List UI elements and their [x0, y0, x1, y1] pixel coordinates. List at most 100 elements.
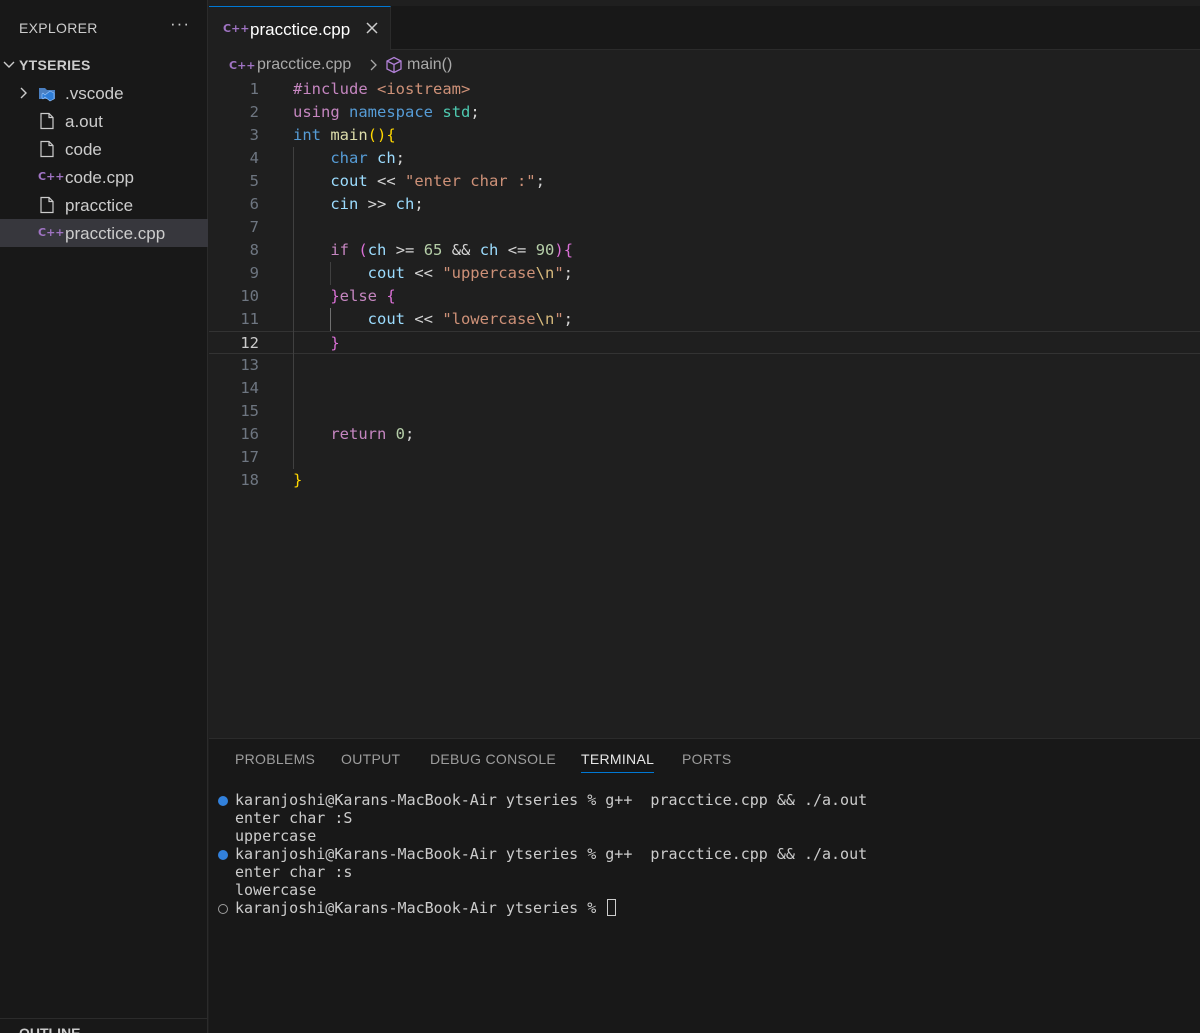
tree-item-vscode[interactable]: .vscode — [0, 79, 208, 107]
tree-item-label: pracctice.cpp — [65, 224, 166, 243]
chevron-right-icon — [20, 87, 27, 99]
code-line: 18 } — [209, 469, 1200, 492]
line-number: 10 — [240, 287, 259, 305]
code-text: using namespace std; — [293, 103, 480, 121]
tab-label: pracctice.cpp — [250, 20, 351, 39]
code-text: cout << "enter char :"; — [330, 172, 545, 190]
editor-tab-bar: C++ pracctice.cpp — [209, 6, 1200, 50]
code-text: #include <iostream> — [293, 80, 471, 98]
code-line: 4 char ch; — [209, 147, 1200, 170]
code-line: 8 if (ch >= 65 && ch <= 90){ — [209, 239, 1200, 262]
tree-item-a-out[interactable]: a.out — [0, 107, 208, 135]
tab-ports[interactable]: PORTS — [682, 751, 731, 767]
line-number: 16 — [240, 425, 259, 443]
current-code-line: 12 } — [209, 331, 1200, 354]
line-number: 9 — [249, 264, 259, 282]
tree-item-label: a.out — [65, 112, 103, 131]
method-cube-icon — [386, 56, 402, 74]
line-number: 14 — [240, 379, 259, 397]
code-line: 6 cin >> ch; — [209, 193, 1200, 216]
terminal-prompt-line: karanjoshi@Karans-MacBook-Air ytseries % — [235, 899, 617, 917]
terminal-line: uppercase — [235, 827, 317, 845]
line-number: 6 — [249, 195, 259, 213]
code-line: 9 cout << "uppercase\n"; — [209, 262, 1200, 285]
tree-item-label: code — [65, 140, 102, 159]
code-text: cin >> ch; — [330, 195, 424, 213]
line-number: 13 — [240, 356, 259, 374]
code-editor[interactable]: 1 #include <iostream> 2 using namespace … — [209, 78, 1200, 738]
cpp-file-icon: C++ — [229, 59, 256, 72]
tree-item-label: .vscode — [65, 84, 124, 103]
code-text: cout << "uppercase\n"; — [367, 264, 573, 282]
code-line: 16 return 0; — [209, 423, 1200, 446]
terminal-line: lowercase — [235, 881, 317, 899]
outline-section[interactable]: OUTLINE — [0, 1018, 208, 1033]
explorer-header: EXPLORER ··· — [0, 6, 208, 50]
file-icon — [40, 196, 54, 214]
cpp-file-icon: C++ — [38, 226, 65, 239]
more-actions-icon[interactable]: ··· — [168, 14, 192, 38]
tree-item-label: code.cpp — [65, 168, 134, 187]
line-number: 18 — [240, 471, 259, 489]
breadcrumb-file[interactable]: pracctice.cpp — [257, 56, 351, 74]
command-success-icon[interactable] — [218, 796, 228, 806]
workspace-folder-name: YTSERIES — [19, 57, 91, 73]
terminal-cursor — [607, 899, 617, 916]
chevron-right-icon — [370, 59, 377, 71]
line-number: 5 — [249, 172, 259, 190]
command-success-icon[interactable] — [218, 850, 228, 860]
code-line: 11 cout << "lowercase\n"; — [209, 308, 1200, 331]
code-line: 14 — [209, 377, 1200, 400]
file-icon — [40, 140, 54, 158]
code-text: } — [330, 334, 340, 352]
tab-pracctice-cpp[interactable]: C++ pracctice.cpp — [209, 6, 391, 50]
tree-item-code[interactable]: code — [0, 135, 208, 163]
code-line: 1 #include <iostream> — [209, 78, 1200, 101]
code-text: } — [293, 471, 303, 489]
line-number: 12 — [240, 334, 259, 352]
tab-debug-console[interactable]: DEBUG CONSOLE — [430, 751, 556, 767]
bottom-panel: PROBLEMS OUTPUT DEBUG CONSOLE TERMINAL P… — [209, 738, 1200, 1033]
indent-guide — [330, 262, 331, 285]
tree-item-pracctice[interactable]: pracctice — [0, 191, 208, 219]
chevron-down-icon — [3, 61, 15, 68]
line-number: 2 — [249, 103, 259, 121]
code-line: 3 int main(){ — [209, 124, 1200, 147]
tab-output[interactable]: OUTPUT — [341, 751, 400, 767]
code-text: if (ch >= 65 && ch <= 90){ — [330, 241, 574, 259]
tab-terminal[interactable]: TERMINAL — [581, 751, 654, 767]
workspace-folder[interactable]: YTSERIES — [0, 53, 208, 77]
code-text: }else { — [330, 287, 396, 305]
vscode-folder-icon — [39, 88, 55, 102]
tree-item-pracctice-cpp[interactable]: C++ pracctice.cpp — [0, 219, 208, 247]
tree-item-label: pracctice — [65, 196, 134, 215]
explorer-sidebar: EXPLORER ··· YTSERIES .vscode a.out code… — [0, 0, 208, 1033]
code-line: 17 — [209, 446, 1200, 469]
terminal-line: enter char :S — [235, 809, 353, 827]
line-number: 7 — [249, 218, 259, 236]
code-line: 5 cout << "enter char :"; — [209, 170, 1200, 193]
close-icon[interactable] — [364, 20, 380, 36]
breadcrumb-symbol[interactable]: main() — [407, 56, 452, 74]
code-text: char ch; — [330, 149, 406, 167]
code-text: int main(){ — [293, 126, 396, 144]
tree-item-code-cpp[interactable]: C++ code.cpp — [0, 163, 208, 191]
line-number: 1 — [249, 80, 259, 98]
code-line: 2 using namespace std; — [209, 101, 1200, 124]
line-number: 3 — [249, 126, 259, 144]
cpp-file-icon: C++ — [223, 22, 250, 35]
explorer-title: EXPLORER — [19, 20, 98, 36]
line-number: 8 — [249, 241, 259, 259]
line-number: 17 — [240, 448, 259, 466]
outline-title: OUTLINE — [19, 1025, 81, 1033]
code-line: 10 }else { — [209, 285, 1200, 308]
line-number: 15 — [240, 402, 259, 420]
code-line: 7 — [209, 216, 1200, 239]
line-number: 11 — [240, 310, 259, 328]
tab-problems[interactable]: PROBLEMS — [235, 751, 315, 767]
active-tab-indicator — [581, 772, 654, 773]
code-text: return 0; — [330, 425, 415, 443]
cpp-file-icon: C++ — [38, 170, 65, 183]
code-line: 15 — [209, 400, 1200, 423]
command-pending-icon[interactable] — [218, 904, 228, 914]
